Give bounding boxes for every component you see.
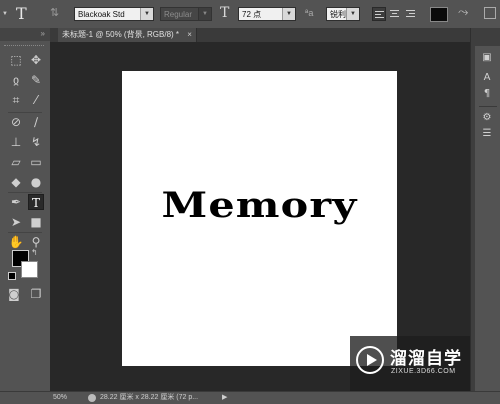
character-panel-icon[interactable]: A — [481, 72, 493, 84]
swap-colors-icon[interactable]: ↰ — [31, 248, 38, 257]
watermark-url: ZIXUE.3D66.COM — [391, 368, 456, 375]
font-family-select[interactable]: Blackoak Std ▼ — [74, 7, 154, 21]
document-tab-bar: 未标题-1 @ 50% (背景, RGB/8) * × — [50, 28, 470, 42]
chevron-down-icon: ▼ — [2, 11, 8, 17]
close-icon[interactable]: × — [187, 30, 192, 39]
document-tab[interactable]: 未标题-1 @ 50% (背景, RGB/8) * × — [58, 28, 197, 42]
paragraph-panel-icon[interactable]: ¶ — [481, 88, 493, 100]
healing-brush-tool-icon[interactable]: ⊘ — [8, 114, 24, 130]
type-tool-icon[interactable]: T — [28, 194, 44, 210]
font-size-icon: T — [220, 5, 230, 21]
font-style-select[interactable]: Regular ▼ — [160, 7, 212, 21]
dodge-tool-icon[interactable]: ● — [28, 174, 44, 190]
font-size-field[interactable]: 72 点 ▼ — [238, 7, 296, 21]
chevron-down-icon: ▼ — [282, 8, 295, 20]
lasso-tool-icon[interactable]: ჲ — [8, 72, 24, 88]
info-icon — [88, 394, 96, 402]
font-size-value: 72 点 — [242, 10, 262, 19]
history-panel-icon[interactable]: ▣ — [481, 52, 493, 64]
status-bar: 50% 28.22 厘米 x 28.22 厘米 (72 p... ▶ — [0, 391, 500, 404]
chevron-down-icon: ▼ — [198, 8, 211, 20]
gradient-tool-icon[interactable]: ▭ — [28, 154, 44, 170]
hand-tool-icon[interactable]: ✋ — [8, 234, 24, 250]
antialias-select[interactable]: 锐利 ▼ — [326, 7, 360, 21]
pen-tool-icon[interactable]: ✒ — [8, 194, 24, 210]
clone-stamp-tool-icon[interactable]: ⊥ — [8, 134, 24, 150]
text-layer[interactable]: Memory — [97, 186, 422, 226]
align-right-button[interactable] — [404, 7, 418, 21]
options-bar: T ▼ ⇅ Blackoak Std ▼ Regular ▼ T 72 点 ▼ … — [0, 0, 500, 29]
document-info: 28.22 厘米 x 28.22 厘米 (72 p... — [100, 394, 199, 401]
text-orientation-icon[interactable]: ⇅ — [50, 6, 59, 19]
collapse-icon[interactable]: » — [41, 29, 45, 38]
path-selection-tool-icon[interactable]: ➤ — [8, 214, 24, 230]
chevron-down-icon: ▼ — [140, 8, 153, 20]
blur-tool-icon[interactable]: ◆ — [8, 174, 24, 190]
document-canvas[interactable]: Memory — [122, 71, 397, 366]
warp-text-icon[interactable]: ⤳ — [458, 5, 468, 20]
align-left-button[interactable] — [372, 7, 386, 21]
character-panel-icon[interactable] — [484, 7, 496, 19]
history-brush-tool-icon[interactable]: ↯ — [28, 134, 44, 150]
adjustments-panel-icon[interactable]: ☰ — [481, 128, 493, 140]
antialias-value: 锐利 — [330, 10, 346, 19]
antialias-icon: ªa — [305, 8, 314, 18]
crop-tool-icon[interactable]: ⌗ — [8, 92, 24, 108]
tool-preset-picker[interactable]: T ▼ — [2, 4, 36, 23]
font-style-value: Regular — [164, 10, 193, 19]
rectangle-tool-icon[interactable]: ■ — [28, 214, 44, 230]
tools-panel: » ⬚ ✥ ჲ ✎ ⌗ ⁄ ⊘ ∕ ⊥ ↯ ▱ ▭ ◆ ● ✒ T ➤ ■ ✋ … — [0, 28, 51, 391]
document-tab-title: 未标题-1 @ 50% (背景, RGB/8) * — [62, 30, 180, 39]
eyedropper-tool-icon[interactable]: ⁄ — [28, 92, 44, 108]
panel-grip[interactable] — [4, 45, 44, 48]
status-menu-arrow-icon[interactable]: ▶ — [222, 392, 227, 404]
font-family-value: Blackoak Std — [78, 10, 125, 19]
watermark-title: 溜溜自学 — [390, 349, 462, 369]
move-tool-icon[interactable]: ✥ — [28, 52, 44, 68]
screen-mode-icon[interactable]: ❐ — [28, 286, 44, 302]
default-colors-icon[interactable] — [8, 272, 16, 280]
properties-panel-icon[interactable]: ⚙ — [481, 112, 493, 124]
quick-select-tool-icon[interactable]: ✎ — [28, 72, 44, 88]
chevron-down-icon: ▼ — [346, 8, 359, 20]
watermark: 溜溜自学 ZIXUE.3D66.COM — [350, 336, 470, 391]
zoom-level[interactable]: 50% — [53, 392, 67, 404]
panel-dock: ▣ A ¶ ⚙ ☰ — [470, 28, 500, 396]
eraser-tool-icon[interactable]: ▱ — [8, 154, 24, 170]
brush-tool-icon[interactable]: ∕ — [28, 114, 44, 130]
text-color-swatch[interactable] — [430, 7, 448, 22]
play-logo-icon — [356, 346, 384, 374]
align-center-button[interactable] — [388, 7, 402, 21]
tools-panel-header: » — [0, 28, 50, 41]
background-color-swatch[interactable] — [21, 261, 38, 278]
quick-mask-icon[interactable]: ◙ — [6, 286, 22, 302]
type-tool-icon: T — [16, 4, 27, 23]
marquee-tool-icon[interactable]: ⬚ — [8, 52, 24, 68]
